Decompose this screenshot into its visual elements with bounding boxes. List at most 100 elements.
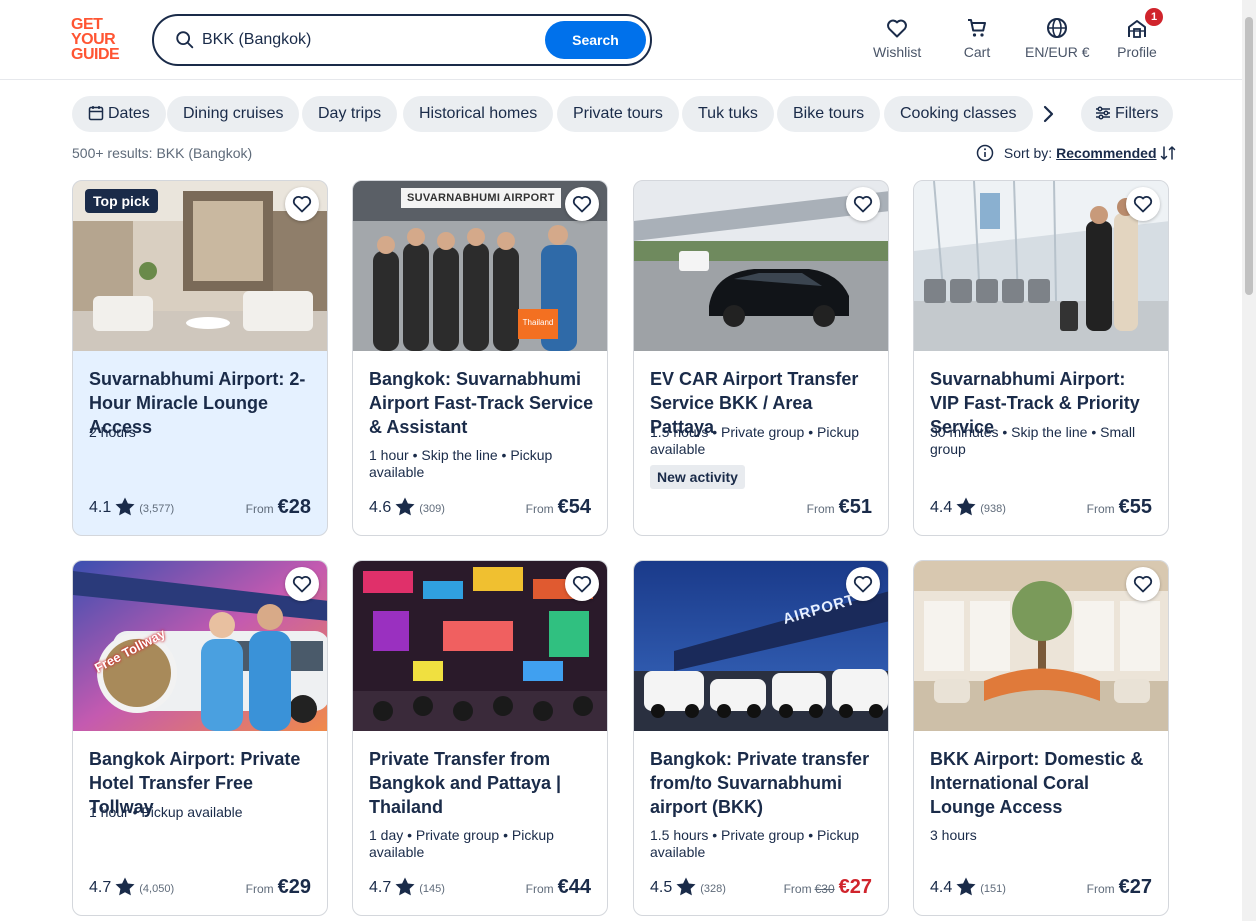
activity-card[interactable]: Free Tollway Bangkok Airport: Private Ho… bbox=[72, 560, 328, 916]
card-rating: 4.4 (151) bbox=[930, 877, 1006, 897]
activity-card[interactable]: EV CAR Airport Transfer Service BKK / Ar… bbox=[633, 180, 889, 536]
heart-icon bbox=[572, 576, 592, 593]
card-meta: 1 hour • Skip the line • Pickup availabl… bbox=[369, 447, 553, 480]
filter-chip-tuk-tuks[interactable]: Tuk tuks bbox=[682, 96, 774, 132]
card-title[interactable]: Bangkok: Private transfer from/to Suvarn… bbox=[650, 747, 878, 819]
wishlist-link[interactable]: Wishlist bbox=[873, 16, 921, 60]
activity-card[interactable]: AIRPORT Bangkok: Private transfer from/t… bbox=[633, 560, 889, 916]
star-icon bbox=[395, 877, 415, 896]
card-title[interactable]: Bangkok: Suvarnabhumi Airport Fast-Track… bbox=[369, 367, 597, 439]
filter-chip-dates[interactable]: Dates bbox=[72, 96, 166, 132]
cart-label: Cart bbox=[963, 44, 991, 60]
wishlist-heart-button[interactable] bbox=[846, 567, 880, 601]
card-title[interactable]: BKK Airport: Domestic & International Co… bbox=[930, 747, 1158, 819]
cart-link[interactable]: Cart bbox=[960, 16, 994, 60]
original-price: €30 bbox=[814, 882, 835, 896]
review-count: (938) bbox=[980, 503, 1006, 515]
profile-notification-badge: 1 bbox=[1145, 8, 1163, 26]
wishlist-heart-button[interactable] bbox=[1126, 187, 1160, 221]
star-icon bbox=[395, 497, 415, 516]
scrollbar-thumb[interactable] bbox=[1245, 17, 1253, 295]
price-from-label: From bbox=[783, 882, 812, 896]
profile-link[interactable]: 1 Profile bbox=[1117, 8, 1163, 60]
star-icon bbox=[115, 877, 135, 896]
search-button[interactable]: Search bbox=[545, 21, 646, 59]
wishlist-heart-button[interactable] bbox=[285, 567, 319, 601]
card-meta: 2 hours bbox=[89, 424, 136, 440]
activity-card[interactable]: Top pick Suvarnabhumi Airport: 2-Hour Mi… bbox=[72, 180, 328, 536]
sort-control[interactable]: Sort by: Recommended bbox=[976, 144, 1176, 162]
star-icon bbox=[956, 497, 976, 516]
activity-card[interactable]: BKK Airport: Domestic & International Co… bbox=[913, 560, 1169, 916]
wishlist-heart-button[interactable] bbox=[1126, 567, 1160, 601]
heart-icon bbox=[1133, 576, 1153, 593]
info-icon[interactable] bbox=[976, 144, 994, 162]
card-title[interactable]: Private Transfer from Bangkok and Pattay… bbox=[369, 747, 597, 819]
filter-chip-day-trips[interactable]: Day trips bbox=[302, 96, 398, 132]
rating-value: 4.4 bbox=[930, 499, 953, 516]
price-amount: €51 bbox=[838, 496, 872, 518]
getyourguide-logo[interactable]: GET YOUR GUIDE bbox=[71, 17, 131, 63]
wishlist-heart-button[interactable] bbox=[846, 187, 880, 221]
filter-chip-label: Bike tours bbox=[793, 105, 865, 122]
filter-chip-historical-homes[interactable]: Historical homes bbox=[403, 96, 554, 132]
card-price: From €51 bbox=[807, 496, 872, 519]
activity-card[interactable]: Private Transfer from Bangkok and Pattay… bbox=[352, 560, 608, 916]
star-icon bbox=[115, 497, 135, 516]
filters-icon bbox=[1096, 106, 1110, 120]
star-icon bbox=[956, 877, 976, 896]
results-count: 500+ results: BKK (Bangkok) bbox=[72, 145, 253, 161]
rating-value: 4.4 bbox=[930, 879, 953, 896]
rating-value: 4.7 bbox=[89, 879, 112, 896]
sort-value[interactable]: Recommended bbox=[1056, 145, 1156, 161]
wishlist-heart-button[interactable] bbox=[285, 187, 319, 221]
card-rating: 4.1 (3,577) bbox=[89, 497, 174, 517]
price-from-label: From bbox=[525, 502, 554, 516]
activity-card[interactable]: SUVARNABHUMI AIRPORT Thailand Bangkok: S… bbox=[352, 180, 608, 536]
heart-icon bbox=[853, 576, 873, 593]
page-scrollbar[interactable] bbox=[1242, 0, 1256, 921]
heart-icon bbox=[572, 196, 592, 213]
card-meta: 1 hour • Pickup available bbox=[89, 804, 243, 820]
logo-line-2: YOUR bbox=[71, 31, 116, 48]
language-currency-selector[interactable]: EN/EUR € bbox=[1025, 16, 1090, 60]
top-pick-badge: Top pick bbox=[85, 189, 158, 213]
card-price: From €30 €27 bbox=[784, 876, 872, 899]
filter-chip-label: Dining cruises bbox=[183, 105, 284, 122]
card-rating: 4.5 (328) bbox=[650, 877, 726, 897]
activity-card[interactable]: Suvarnabhumi Airport: VIP Fast-Track & P… bbox=[913, 180, 1169, 536]
card-rating: 4.4 (938) bbox=[930, 497, 1006, 517]
filter-chip-cooking-classes[interactable]: Cooking classes bbox=[884, 96, 1033, 132]
sale-price-amount: €27 bbox=[838, 876, 872, 898]
search-icon bbox=[176, 31, 194, 49]
heart-icon bbox=[292, 576, 312, 593]
price-amount: €27 bbox=[1118, 876, 1152, 898]
wishlist-heart-button[interactable] bbox=[565, 187, 599, 221]
card-price: From €44 bbox=[526, 876, 591, 899]
sort-icon bbox=[1161, 146, 1176, 160]
price-from-label: From bbox=[525, 882, 554, 896]
card-meta: 30 minutes • Skip the line • Small group bbox=[930, 424, 1136, 457]
wishlist-heart-button[interactable] bbox=[565, 567, 599, 601]
filter-chip-bike-tours[interactable]: Bike tours bbox=[777, 96, 881, 132]
filter-chip-label: Historical homes bbox=[419, 105, 538, 122]
filter-chip-private-tours[interactable]: Private tours bbox=[557, 96, 679, 132]
logo-line-3: GUIDE bbox=[71, 46, 120, 63]
price-amount: €55 bbox=[1118, 496, 1152, 518]
filter-chip-dining-cruises[interactable]: Dining cruises bbox=[167, 96, 300, 132]
price-amount: €28 bbox=[277, 496, 311, 518]
card-rating: 4.6 (309) bbox=[369, 497, 445, 517]
rating-value: 4.1 bbox=[89, 499, 112, 516]
star-icon bbox=[676, 877, 696, 896]
card-meta: 1.5 hours • Private group • Pickup avail… bbox=[650, 424, 860, 457]
chevron-right-icon[interactable] bbox=[1036, 102, 1060, 126]
calendar-icon bbox=[88, 106, 104, 121]
card-meta: 1.5 hours • Private group • Pickup avail… bbox=[650, 827, 860, 860]
review-count: (3,577) bbox=[139, 503, 175, 515]
filters-button[interactable]: Filters bbox=[1081, 96, 1173, 132]
search-input[interactable]: BKK (Bangkok) bbox=[202, 31, 311, 49]
price-amount: €44 bbox=[557, 876, 591, 898]
search-bar[interactable]: BKK (Bangkok) Search bbox=[152, 14, 652, 66]
heart-icon bbox=[853, 196, 873, 213]
heart-icon bbox=[887, 19, 907, 38]
